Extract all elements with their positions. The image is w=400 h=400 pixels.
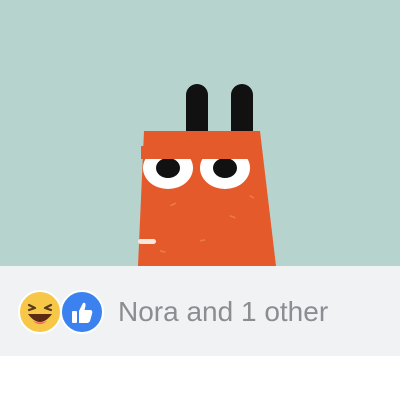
orange-monster-illustration <box>0 0 400 266</box>
haha-reaction-icon <box>18 290 62 334</box>
post-footer-area <box>0 356 400 400</box>
reaction-summary-text[interactable]: Nora and 1 other <box>118 294 328 330</box>
reaction-summary-bar[interactable]: Nora and 1 other <box>0 266 400 356</box>
like-reaction-icon <box>60 290 104 334</box>
monster-mouth <box>138 239 156 244</box>
reaction-icons[interactable] <box>18 290 108 334</box>
post-media[interactable] <box>0 0 400 266</box>
